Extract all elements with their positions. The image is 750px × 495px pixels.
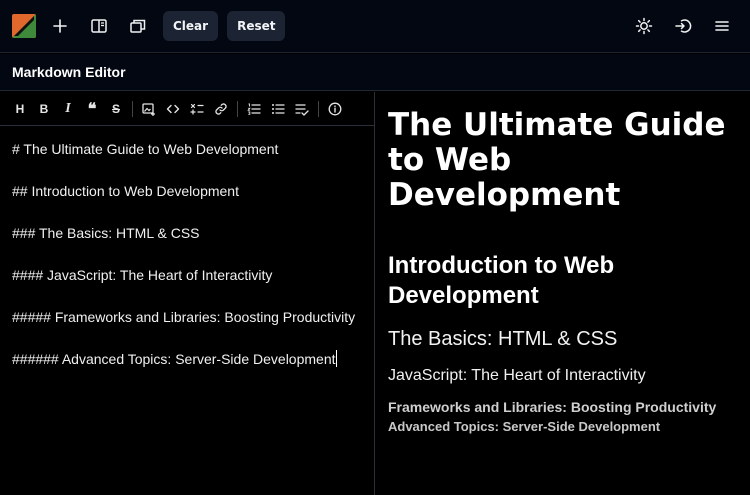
reset-button[interactable]: Reset: [227, 11, 286, 41]
editor-line: # The Ultimate Guide to Web Development: [12, 141, 279, 157]
theme-toggle-button[interactable]: [628, 10, 660, 42]
link-icon: [215, 102, 227, 115]
ordered-list-icon: [247, 103, 261, 115]
heading-button[interactable]: H: [8, 97, 32, 121]
image-icon: [142, 102, 155, 116]
quote-button[interactable]: ❝: [80, 97, 104, 121]
sun-icon: [635, 17, 653, 35]
bold-icon: B: [39, 101, 49, 116]
text-caret: [335, 350, 337, 367]
unordered-list-button[interactable]: [266, 97, 290, 121]
markdown-textarea[interactable]: # The Ultimate Guide to Web Development …: [0, 126, 374, 406]
quote-icon: ❝: [87, 99, 97, 118]
plus-icon: [53, 19, 67, 33]
strikethrough-icon: S: [111, 101, 120, 116]
strikethrough-button[interactable]: S: [104, 97, 128, 121]
preview-heading-1: The Ultimate Guide to Web Development: [388, 107, 726, 213]
preview-heading-2: Introduction to Web Development: [388, 252, 615, 309]
page-title: Markdown Editor: [12, 64, 126, 80]
bold-button[interactable]: B: [32, 97, 56, 121]
new-document-button[interactable]: [44, 10, 76, 42]
info-icon: [328, 102, 342, 115]
italic-icon: I: [65, 100, 71, 116]
math-button[interactable]: [185, 97, 209, 121]
sign-in-button[interactable]: [667, 10, 699, 42]
editor-line: ##### Frameworks and Libraries: Boosting…: [12, 309, 356, 325]
editor-line: ## Introduction to Web Development: [12, 183, 239, 199]
app-logo: [12, 14, 36, 38]
editor-line-last: ###### Advanced Topics: Server-Side Deve…: [12, 350, 362, 392]
code-icon: [166, 104, 180, 113]
markdown-preview-pane: The Ultimate Guide to Web Development In…: [376, 92, 750, 495]
preview-heading-4: JavaScript: The Heart of Interactivity: [388, 367, 646, 384]
code-button[interactable]: [161, 97, 185, 121]
windows-button[interactable]: [122, 10, 154, 42]
italic-button[interactable]: I: [56, 97, 80, 121]
math-icon: [190, 103, 204, 115]
editor-line: #### JavaScript: The Heart of Interactiv…: [12, 267, 273, 283]
menu-icon: [715, 21, 729, 31]
split-view-icon: [91, 19, 107, 33]
image-button[interactable]: [137, 97, 161, 121]
editor-line-text: ###### Advanced Topics: Server-Side Deve…: [12, 351, 336, 367]
sign-in-icon: [675, 19, 692, 33]
split-view-button[interactable]: [83, 10, 115, 42]
toolbar-divider: [318, 100, 319, 117]
markdown-editor-pane: H B I ❝ S # The Ultimate Guide to Web De…: [0, 92, 375, 495]
ordered-list-button[interactable]: [242, 97, 266, 121]
toolbar-divider: [132, 100, 133, 117]
toolbar-divider: [237, 100, 238, 117]
link-button[interactable]: [209, 97, 233, 121]
format-toolbar: H B I ❝ S: [0, 92, 374, 126]
main-menu-button[interactable]: [706, 10, 738, 42]
heading-icon: H: [15, 101, 25, 116]
task-list-icon: [295, 103, 309, 116]
top-toolbar: Clear Reset: [0, 0, 750, 53]
info-button[interactable]: [323, 97, 347, 121]
preview-heading-3: The Basics: HTML & CSS: [388, 328, 618, 350]
editor-title-bar: Markdown Editor: [0, 54, 750, 91]
preview-heading-5: Frameworks and Libraries: Boosting Produ…: [388, 399, 717, 415]
editor-line: ### The Basics: HTML & CSS: [12, 225, 200, 241]
preview-heading-6: Advanced Topics: Server-Side Development: [388, 419, 661, 434]
unordered-list-icon: [272, 103, 285, 114]
windows-icon: [130, 19, 146, 33]
clear-button[interactable]: Clear: [163, 11, 219, 41]
task-list-button[interactable]: [290, 97, 314, 121]
